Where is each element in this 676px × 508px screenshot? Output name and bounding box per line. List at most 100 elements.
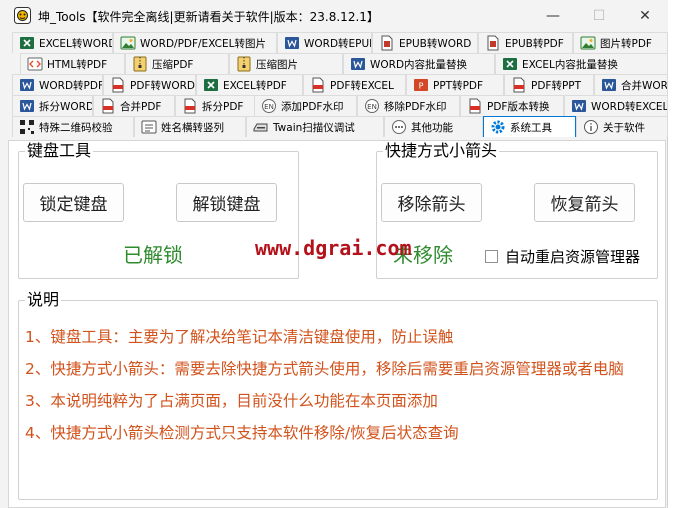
tab[interactable]: PDF转PPT — [504, 74, 594, 95]
tab-label: 合并PDF — [120, 100, 162, 113]
pdf-icon — [511, 77, 527, 93]
tab-label: 压缩PDF — [152, 58, 194, 71]
tab[interactable]: EN 添加PDF水印 — [254, 95, 357, 116]
svg-text:P: P — [419, 82, 424, 91]
tab[interactable]: WORD转EPUB — [277, 32, 372, 53]
image-icon — [120, 35, 136, 51]
tab[interactable]: 系统工具 — [483, 116, 576, 137]
keyboard-tools-title: 键盘工具 — [25, 141, 94, 160]
pdf-icon — [182, 98, 198, 114]
scanner-icon — [253, 119, 269, 135]
tab-label: PDF版本转换 — [487, 100, 550, 113]
unlock-keyboard-button[interactable]: 解锁键盘 — [176, 183, 277, 222]
tab-label: EXCEL转WORD — [39, 37, 113, 50]
tab[interactable]: 姓名横转竖列 — [134, 116, 246, 137]
description-line: 4、快捷方式小箭头检测方式只支持本软件移除/恢复后状态查询 — [25, 424, 459, 442]
tab[interactable]: P PPT转PDF — [406, 74, 504, 95]
restart-explorer-label: 自动重启资源管理器 — [505, 248, 641, 266]
tab-label: 拆分WORD — [39, 100, 93, 113]
tab[interactable]: WORD转EXCEL — [564, 95, 668, 116]
svg-text:EN: EN — [367, 103, 377, 111]
app-window: 坤_Tools【软件完全离线|更新请看关于软件|版本：23.8.12.1】 — … — [0, 0, 668, 508]
watermark-icon: EN — [261, 98, 277, 114]
tab[interactable]: 拆分PDF — [175, 95, 255, 116]
tab[interactable]: WORD转PDF — [12, 74, 103, 95]
tab[interactable]: EPUB转WORD — [372, 32, 478, 53]
tab-label: PDF转EXCEL — [330, 79, 394, 92]
close-button[interactable]: ✕ — [622, 0, 668, 32]
watermark-icon: EN — [364, 98, 380, 114]
site-watermark: www.dgrai.com — [255, 236, 412, 260]
tab-label: WORD内容批量替换 — [370, 58, 468, 71]
tab-label: EXCEL转PDF — [223, 79, 287, 92]
tab-label: WORD转EXCEL — [591, 100, 668, 113]
word-icon — [19, 98, 35, 114]
remove-arrow-button[interactable]: 移除箭头 — [381, 183, 482, 222]
word-icon — [284, 35, 300, 51]
tab-label: WORD转PDF — [39, 79, 103, 92]
more-icon — [391, 119, 407, 135]
pdf-icon — [310, 77, 326, 93]
svg-text:EN: EN — [264, 103, 274, 111]
tab-label: PPT转PDF — [433, 79, 484, 92]
minimize-button[interactable]: — — [530, 0, 576, 32]
tab[interactable]: 合并PDF — [93, 95, 175, 116]
tab[interactable]: 压缩PDF — [125, 53, 229, 74]
tab-label: WORD转EPUB — [304, 37, 372, 50]
tab[interactable]: PDF版本转换 — [460, 95, 564, 116]
tab-label: PDF转PPT — [531, 79, 582, 92]
restart-explorer-option[interactable]: 自动重启资源管理器 — [485, 246, 640, 267]
pdf-icon — [467, 98, 483, 114]
compress-icon — [236, 56, 252, 72]
tab-label: EPUB转WORD — [399, 37, 472, 50]
excel-icon — [19, 35, 35, 51]
restart-explorer-checkbox[interactable] — [485, 250, 498, 263]
shortcut-arrow-title: 快捷方式小箭头 — [383, 141, 500, 160]
tab[interactable]: 合并WORD — [594, 74, 668, 95]
tool-tabstrip: EXCEL转WORD WORD/PDF/EXCEL转图片 WORD转EPUB EPUB… — [0, 32, 668, 140]
tab[interactable]: 图片转PDF — [573, 32, 668, 53]
compress-icon — [132, 56, 148, 72]
lock-keyboard-button[interactable]: 锁定键盘 — [23, 183, 124, 222]
maximize-button[interactable]: ☐ — [576, 0, 622, 32]
tab-label: 系统工具 — [510, 121, 552, 134]
description-line: 3、本说明纯粹为了占满页面，目前没什么功能在本页面添加 — [25, 392, 438, 410]
tab[interactable]: 关于软件 — [576, 116, 668, 137]
tab[interactable]: WORD/PDF/EXCEL转图片 — [113, 32, 277, 53]
tab[interactable]: EXCEL转PDF — [196, 74, 303, 95]
word-icon — [19, 77, 35, 93]
tab[interactable]: EXCEL内容批量替换 — [495, 53, 668, 74]
app-logo-icon — [14, 7, 31, 24]
tab-label: HTML转PDF — [47, 58, 108, 71]
tab[interactable]: 其他功能 — [384, 116, 483, 137]
word-icon — [350, 56, 366, 72]
ppt-icon: P — [413, 77, 429, 93]
tab[interactable]: PDF转WORD — [103, 74, 196, 95]
tab[interactable]: EXCEL转WORD — [12, 32, 113, 53]
tab-label: 图片转PDF — [600, 37, 652, 50]
keyboard-status-label: 已解锁 — [123, 243, 183, 267]
pdf-icon — [110, 77, 126, 93]
info-icon — [583, 119, 599, 135]
image-icon — [580, 35, 596, 51]
tab[interactable]: Twain扫描仪调试 — [246, 116, 384, 137]
excel-icon — [502, 56, 518, 72]
tab[interactable]: EN 移除PDF水印 — [357, 95, 460, 116]
tab-label: 压缩图片 — [256, 58, 298, 71]
restore-arrow-button[interactable]: 恢复箭头 — [534, 183, 635, 222]
tab-label: WORD/PDF/EXCEL转图片 — [140, 37, 266, 50]
tab[interactable]: 特殊二维码校验 — [12, 116, 134, 137]
tab-label: EPUB转PDF — [505, 37, 564, 50]
tab-label: 合并WORD — [621, 79, 668, 92]
tab[interactable]: WORD内容批量替换 — [343, 53, 495, 74]
tab[interactable]: 压缩图片 — [229, 53, 343, 74]
tab[interactable]: HTML转PDF — [20, 53, 125, 74]
tab[interactable]: PDF转EXCEL — [303, 74, 406, 95]
gear-icon — [490, 119, 506, 135]
tab[interactable]: EPUB转PDF — [478, 32, 573, 53]
tab-label: 拆分PDF — [202, 100, 244, 113]
title-bar[interactable]: 坤_Tools【软件完全离线|更新请看关于软件|版本：23.8.12.1】 — … — [0, 0, 668, 32]
tab[interactable]: 拆分WORD — [12, 95, 93, 116]
window-title: 坤_Tools【软件完全离线|更新请看关于软件|版本：23.8.12.1】 — [38, 10, 379, 24]
tab-label: PDF转WORD — [130, 79, 195, 92]
